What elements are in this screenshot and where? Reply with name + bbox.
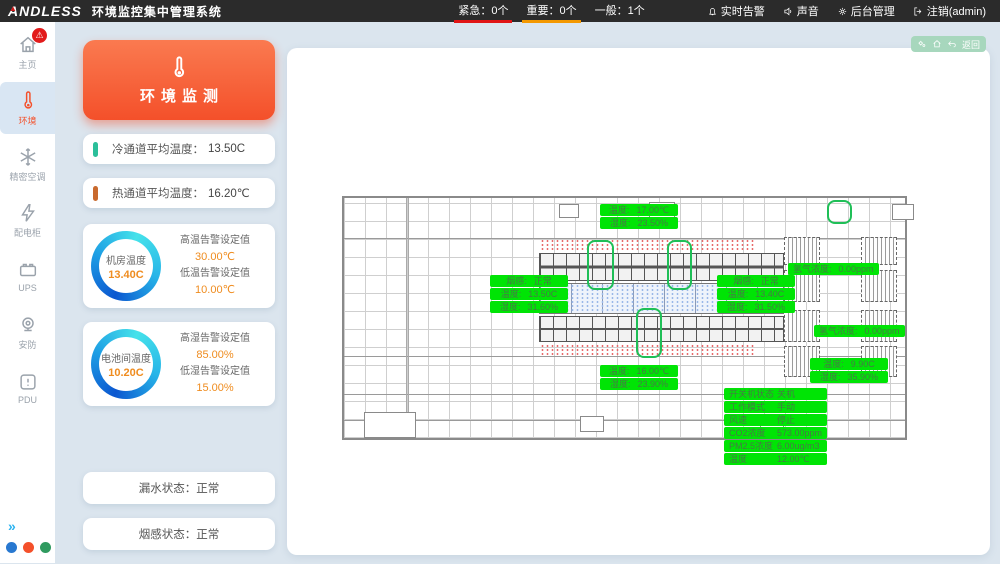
sensor-label: 开关机状态关机工作模式手动风速停止CO2浓度573.00ppmPM2.5浓度6.…: [724, 388, 827, 466]
expand-chevron-icon[interactable]: »: [0, 518, 55, 534]
low-temp-alarm-label: 低温告警设定值: [161, 266, 269, 282]
sensor-label: 温度:9.90C湿度:35.90%: [810, 358, 888, 384]
sensor-label: 烟感:正常温度:13.50C湿度:31.60%: [490, 275, 568, 314]
camera-icon: [17, 314, 39, 336]
plan-wall: [406, 198, 409, 438]
alarm-count-urgent[interactable]: 紧急：0个: [458, 2, 508, 20]
sensor-label: 氢气浓度:0.00ppm: [788, 263, 879, 276]
alarm-count-important[interactable]: 重要：0个: [526, 2, 576, 20]
alert-badge: ⚠: [32, 28, 47, 43]
admin-button[interactable]: 后台管理: [837, 3, 895, 19]
bell-icon: [707, 6, 718, 17]
realtime-alarm-button[interactable]: 实时告警: [707, 3, 765, 19]
sidebar-item-ups[interactable]: UPS: [0, 250, 55, 302]
status-dots: [0, 534, 55, 553]
sidebar: ⚠ 主页 环境 精密空调 配电柜 UPS 安防 PDU »: [0, 22, 55, 563]
back-arrow-icon[interactable]: [947, 39, 957, 49]
sensor-label: 氢气浓度:0.00ppm: [814, 325, 905, 338]
environment-panel: 环境监测 冷通道平均温度： 13.50C 热通道平均温度： 16.20℃ 机房温…: [55, 22, 287, 563]
high-humidity-alarm-label: 高湿告警设定值: [161, 331, 269, 347]
battery-temp-card: 电池间温度 10.20C 高湿告警设定值 85.00% 低湿告警设定值 15.0…: [83, 322, 275, 406]
alarm-count-general[interactable]: 一般：1个: [595, 2, 645, 20]
outlet-icon: [17, 371, 39, 393]
high-humidity-alarm-value: 85.00%: [161, 347, 269, 364]
topbar: ▲ ANDLESS 环境监控集中管理系统 紧急：0个 重要：0个 一般：1个 实…: [0, 0, 1000, 22]
sensor-highlight: [667, 240, 692, 290]
sidebar-item-home[interactable]: ⚠ 主页: [0, 26, 55, 78]
low-humidity-alarm-value: 15.00%: [161, 380, 269, 397]
gears-icon[interactable]: [917, 39, 927, 49]
sidebar-item-environment[interactable]: 环境: [0, 82, 55, 134]
low-humidity-alarm-label: 低湿告警设定值: [161, 364, 269, 380]
high-temp-alarm-label: 高温告警设定值: [161, 233, 269, 249]
hot-aisle-label: 热通道平均温度：: [112, 185, 204, 201]
plan-fixture: [892, 204, 914, 220]
environment-monitor-header[interactable]: 环境监测: [83, 40, 275, 120]
sidebar-item-pdu[interactable]: PDU: [0, 362, 55, 414]
panel-title: 环境监测: [134, 85, 224, 106]
back-button[interactable]: 返回: [962, 38, 980, 51]
room-temp-gauge: 机房温度 13.40C: [91, 231, 161, 301]
sidebar-item-precision-ac[interactable]: 精密空调: [0, 138, 55, 190]
dot-orange: [23, 542, 34, 553]
sensor-highlight: [587, 240, 614, 290]
plan-fixture: [364, 412, 416, 438]
gear-icon: [837, 6, 848, 17]
cold-aisle-label: 冷通道平均温度：: [112, 141, 204, 157]
high-temp-alarm-value: 30.00℃: [161, 249, 269, 266]
lightning-icon: [17, 202, 39, 224]
plan-fixture: [580, 416, 604, 432]
battery-icon: [17, 259, 39, 281]
sensor-label: 烟感:正常温度:13.40C湿度:31.50%: [717, 275, 795, 314]
hot-aisle-value: 16.20℃: [208, 186, 250, 200]
logout-icon: [913, 6, 924, 17]
sensor-label: 温度:16.00℃湿度:23.90%: [600, 365, 678, 391]
low-temp-alarm-value: 10.00℃: [161, 282, 269, 299]
app-title: 环境监控集中管理系统: [92, 3, 222, 20]
sound-button[interactable]: 声音: [783, 3, 819, 19]
sidebar-item-power-cabinet[interactable]: 配电柜: [0, 194, 55, 246]
sensor-highlight: [827, 200, 852, 224]
dot-blue: [6, 542, 17, 553]
cold-bar-icon: [93, 142, 98, 157]
map-panel: 返回 温度:17.00℃湿度: [287, 48, 990, 555]
cold-aisle-card: 冷通道平均温度： 13.50C: [83, 134, 275, 164]
smoke-status-card: 烟感状态：正常: [83, 518, 275, 550]
hot-bar-icon: [93, 186, 98, 201]
floorplan[interactable]: 温度:17.00℃湿度:23.50% 烟感:正常温度:13.50C湿度:31.60…: [342, 196, 907, 440]
dot-green: [40, 542, 51, 553]
snowflake-icon: [17, 146, 39, 168]
home-icon[interactable]: [932, 39, 942, 49]
thermometer-icon: [17, 90, 39, 112]
app-logo: ▲ ANDLESS: [8, 3, 82, 19]
plan-fixture: [559, 204, 579, 218]
logo-accent: ▲: [9, 4, 18, 13]
sidebar-item-security[interactable]: 安防: [0, 306, 55, 358]
sensor-highlight: [636, 308, 662, 358]
map-toolbar: 返回: [911, 36, 986, 52]
room-temp-card: 机房温度 13.40C 高温告警设定值 30.00℃ 低温告警设定值 10.00…: [83, 224, 275, 308]
battery-temp-gauge: 电池间温度 10.20C: [91, 329, 161, 399]
sensor-label: 温度:17.00℃湿度:23.50%: [600, 204, 678, 230]
battery-rack: [861, 237, 897, 265]
hot-aisle-zone: [540, 239, 755, 252]
cold-aisle-value: 13.50C: [208, 143, 245, 155]
battery-rack: [784, 237, 820, 265]
speaker-icon: [783, 6, 794, 17]
thermometer-icon: [166, 55, 192, 81]
water-leak-status-card: 漏水状态：正常: [83, 472, 275, 504]
logout-button[interactable]: 注销(admin): [913, 3, 986, 19]
hot-aisle-card: 热通道平均温度： 16.20℃: [83, 178, 275, 208]
